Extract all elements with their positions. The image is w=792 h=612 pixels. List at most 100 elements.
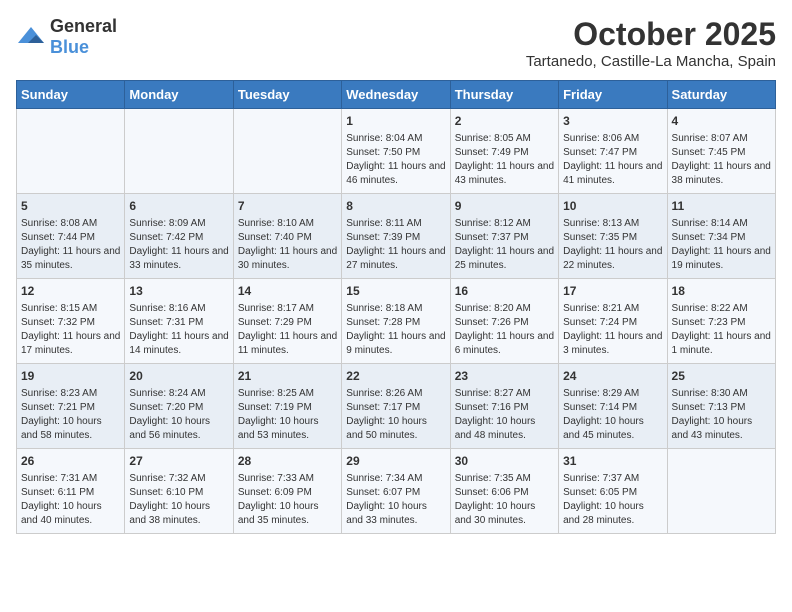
- day-number: 4: [672, 113, 771, 130]
- calendar-cell: 30 Sunrise: 7:35 AM Sunset: 6:06 PM Dayli…: [450, 449, 558, 534]
- calendar-cell: 14 Sunrise: 8:17 AM Sunset: 7:29 PM Dayli…: [233, 279, 341, 364]
- logo: General Blue: [16, 16, 117, 58]
- month-title: October 2025: [526, 16, 776, 53]
- day-info: Sunrise: 8:18 AM Sunset: 7:28 PM Dayligh…: [346, 302, 445, 358]
- day-number: 21: [238, 368, 337, 385]
- logo-blue: Blue: [50, 37, 89, 57]
- day-info: Sunrise: 8:22 AM Sunset: 7:23 PM Dayligh…: [672, 302, 771, 358]
- day-number: 30: [455, 453, 554, 470]
- calendar-cell: 6 Sunrise: 8:09 AM Sunset: 7:42 PM Daylig…: [125, 194, 233, 279]
- day-info: Sunrise: 7:32 AM Sunset: 6:10 PM Dayligh…: [129, 472, 228, 528]
- day-number: 15: [346, 283, 445, 300]
- logo-general: General: [50, 16, 117, 36]
- day-header-friday: Friday: [559, 81, 667, 109]
- day-info: Sunrise: 8:29 AM Sunset: 7:14 PM Dayligh…: [563, 387, 662, 443]
- header: General Blue October 2025 Tartanedo, Cas…: [16, 16, 776, 70]
- calendar-cell: 21Sunrise: 8:25 AM Sunset: 7:19 PM Dayli…: [233, 364, 341, 449]
- calendar-cell: 26 Sunrise: 7:31 AM Sunset: 6:11 PM Dayli…: [17, 449, 125, 534]
- calendar-cell: 8 Sunrise: 8:11 AM Sunset: 7:39 PM Daylig…: [342, 194, 450, 279]
- day-info: Sunrise: 7:31 AM Sunset: 6:11 PM Dayligh…: [21, 472, 120, 528]
- day-info: Sunrise: 8:12 AM Sunset: 7:37 PM Dayligh…: [455, 217, 554, 273]
- calendar-cell: 1 Sunrise: 8:04 AM Sunset: 7:50 PM Daylig…: [342, 109, 450, 194]
- calendar-cell: 3Sunrise: 8:06 AM Sunset: 7:47 PM Daylig…: [559, 109, 667, 194]
- calendar-cell: 4Sunrise: 8:07 AM Sunset: 7:45 PM Daylig…: [667, 109, 775, 194]
- calendar-cell: 28Sunrise: 7:33 AM Sunset: 6:09 PM Dayli…: [233, 449, 341, 534]
- day-number: 29: [346, 453, 445, 470]
- calendar-cell: [125, 109, 233, 194]
- calendar-cell: 24 Sunrise: 8:29 AM Sunset: 7:14 PM Dayli…: [559, 364, 667, 449]
- day-number: 23: [455, 368, 554, 385]
- calendar-cell: 10 Sunrise: 8:13 AM Sunset: 7:35 PM Dayli…: [559, 194, 667, 279]
- day-info: Sunrise: 7:37 AM Sunset: 6:05 PM Dayligh…: [563, 472, 662, 528]
- day-header-thursday: Thursday: [450, 81, 558, 109]
- calendar-cell: 20Sunrise: 8:24 AM Sunset: 7:20 PM Dayli…: [125, 364, 233, 449]
- calendar-week-2: 5 Sunrise: 8:08 AM Sunset: 7:44 PM Daylig…: [17, 194, 776, 279]
- calendar-week-4: 19 Sunrise: 8:23 AM Sunset: 7:21 PM Dayli…: [17, 364, 776, 449]
- day-info: Sunrise: 8:23 AM Sunset: 7:21 PM Dayligh…: [21, 387, 120, 443]
- day-info: Sunrise: 8:14 AM Sunset: 7:34 PM Dayligh…: [672, 217, 771, 273]
- day-info: Sunrise: 7:35 AM Sunset: 6:06 PM Dayligh…: [455, 472, 554, 528]
- calendar-cell: 19 Sunrise: 8:23 AM Sunset: 7:21 PM Dayli…: [17, 364, 125, 449]
- day-info: Sunrise: 7:34 AM Sunset: 6:07 PM Dayligh…: [346, 472, 445, 528]
- calendar-cell: 31 Sunrise: 7:37 AM Sunset: 6:05 PM Dayli…: [559, 449, 667, 534]
- day-number: 3: [563, 113, 662, 130]
- day-header-monday: Monday: [125, 81, 233, 109]
- day-number: 25: [672, 368, 771, 385]
- day-info: Sunrise: 8:09 AM Sunset: 7:42 PM Dayligh…: [129, 217, 228, 273]
- day-number: 19: [21, 368, 120, 385]
- calendar-cell: [233, 109, 341, 194]
- calendar-week-1: 1 Sunrise: 8:04 AM Sunset: 7:50 PM Daylig…: [17, 109, 776, 194]
- day-number: 2: [455, 113, 554, 130]
- calendar-cell: 29 Sunrise: 7:34 AM Sunset: 6:07 PM Dayli…: [342, 449, 450, 534]
- day-number: 24: [563, 368, 662, 385]
- day-number: 10: [563, 198, 662, 215]
- day-number: 8: [346, 198, 445, 215]
- day-header-sunday: Sunday: [17, 81, 125, 109]
- calendar-cell: 12 Sunrise: 8:15 AM Sunset: 7:32 PM Dayli…: [17, 279, 125, 364]
- calendar-cell: 25Sunrise: 8:30 AM Sunset: 7:13 PM Dayli…: [667, 364, 775, 449]
- day-info: Sunrise: 8:13 AM Sunset: 7:35 PM Dayligh…: [563, 217, 662, 273]
- day-info: Sunrise: 8:04 AM Sunset: 7:50 PM Dayligh…: [346, 132, 445, 188]
- calendar-cell: 16 Sunrise: 8:20 AM Sunset: 7:26 PM Dayli…: [450, 279, 558, 364]
- calendar-cell: 11Sunrise: 8:14 AM Sunset: 7:34 PM Dayli…: [667, 194, 775, 279]
- day-number: 17: [563, 283, 662, 300]
- calendar-week-5: 26 Sunrise: 7:31 AM Sunset: 6:11 PM Dayli…: [17, 449, 776, 534]
- calendar-body: 1 Sunrise: 8:04 AM Sunset: 7:50 PM Daylig…: [17, 109, 776, 534]
- day-number: 9: [455, 198, 554, 215]
- day-header-wednesday: Wednesday: [342, 81, 450, 109]
- calendar-week-3: 12 Sunrise: 8:15 AM Sunset: 7:32 PM Dayli…: [17, 279, 776, 364]
- day-info: Sunrise: 8:20 AM Sunset: 7:26 PM Dayligh…: [455, 302, 554, 358]
- day-number: 1: [346, 113, 445, 130]
- day-number: 7: [238, 198, 337, 215]
- day-number: 12: [21, 283, 120, 300]
- day-info: Sunrise: 8:21 AM Sunset: 7:24 PM Dayligh…: [563, 302, 662, 358]
- title-area: October 2025 Tartanedo, Castille-La Manc…: [526, 16, 776, 70]
- day-info: Sunrise: 8:08 AM Sunset: 7:44 PM Dayligh…: [21, 217, 120, 273]
- day-info: Sunrise: 8:15 AM Sunset: 7:32 PM Dayligh…: [21, 302, 120, 358]
- day-info: Sunrise: 8:26 AM Sunset: 7:17 PM Dayligh…: [346, 387, 445, 443]
- day-number: 26: [21, 453, 120, 470]
- day-info: Sunrise: 8:05 AM Sunset: 7:49 PM Dayligh…: [455, 132, 554, 188]
- day-header-saturday: Saturday: [667, 81, 775, 109]
- day-number: 20: [129, 368, 228, 385]
- day-number: 5: [21, 198, 120, 215]
- day-number: 27: [129, 453, 228, 470]
- calendar-table: SundayMondayTuesdayWednesdayThursdayFrid…: [16, 80, 776, 534]
- day-number: 18: [672, 283, 771, 300]
- day-number: 22: [346, 368, 445, 385]
- day-info: Sunrise: 8:11 AM Sunset: 7:39 PM Dayligh…: [346, 217, 445, 273]
- day-number: 31: [563, 453, 662, 470]
- calendar-header-row: SundayMondayTuesdayWednesdayThursdayFrid…: [17, 81, 776, 109]
- day-number: 13: [129, 283, 228, 300]
- day-info: Sunrise: 8:17 AM Sunset: 7:29 PM Dayligh…: [238, 302, 337, 358]
- day-info: Sunrise: 8:10 AM Sunset: 7:40 PM Dayligh…: [238, 217, 337, 273]
- day-number: 6: [129, 198, 228, 215]
- day-info: Sunrise: 8:27 AM Sunset: 7:16 PM Dayligh…: [455, 387, 554, 443]
- day-number: 16: [455, 283, 554, 300]
- day-header-tuesday: Tuesday: [233, 81, 341, 109]
- calendar-cell: 7 Sunrise: 8:10 AM Sunset: 7:40 PM Daylig…: [233, 194, 341, 279]
- logo-icon: [16, 25, 46, 49]
- calendar-cell: 23 Sunrise: 8:27 AM Sunset: 7:16 PM Dayli…: [450, 364, 558, 449]
- day-number: 14: [238, 283, 337, 300]
- calendar-cell: 13Sunrise: 8:16 AM Sunset: 7:31 PM Dayli…: [125, 279, 233, 364]
